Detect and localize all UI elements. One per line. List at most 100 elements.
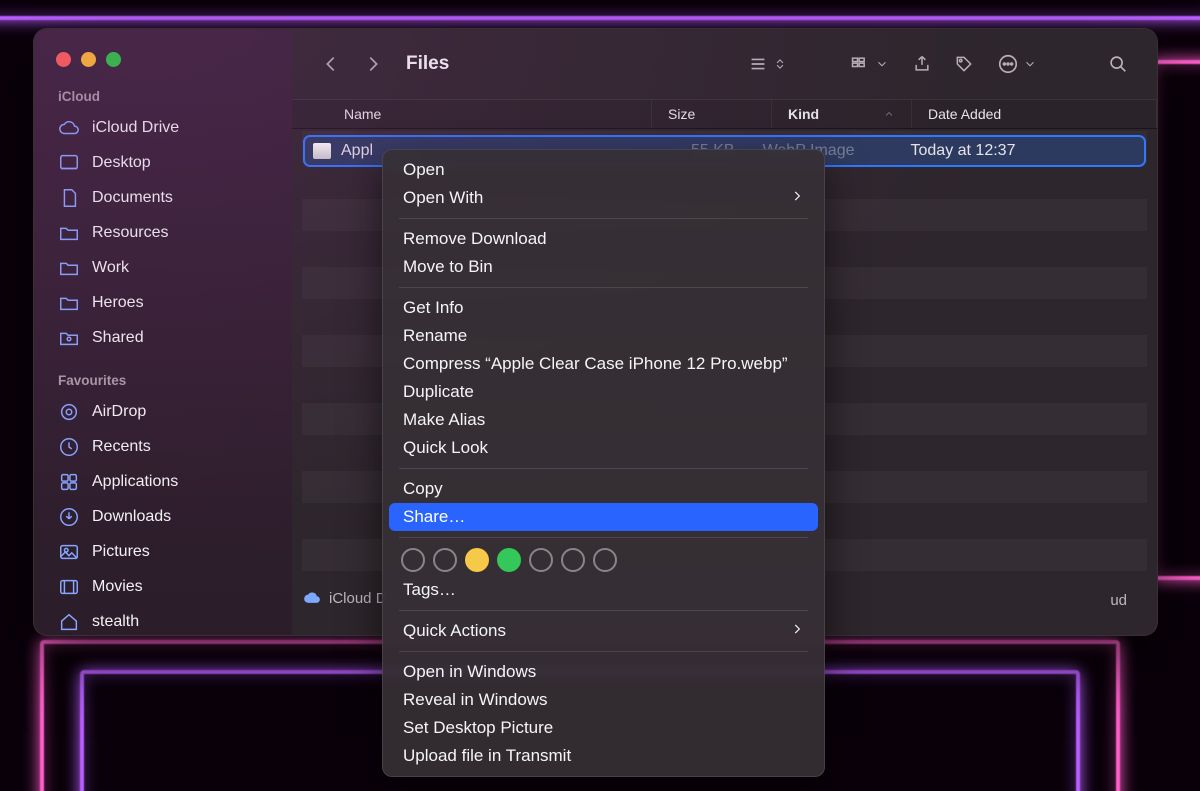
minimize-button[interactable] [81,52,96,67]
sidebar-item-label: Shared [92,329,144,347]
tag-none[interactable] [401,548,425,572]
menu-label: Open With [403,188,483,208]
sidebar-item-shared[interactable]: Shared [34,320,292,355]
search-button[interactable] [1101,47,1135,81]
menu-label: Compress “Apple Clear Case iPhone 12 Pro… [403,354,788,374]
column-kind[interactable]: Kind [772,100,912,128]
column-date-added[interactable]: Date Added [912,100,1157,128]
back-button[interactable] [314,47,348,81]
menu-label: Reveal in Windows [403,690,548,710]
maximize-button[interactable] [106,52,121,67]
folder-icon [58,152,80,174]
pictures-icon [58,541,80,563]
tag-none[interactable] [593,548,617,572]
sidebar-section-favourites: Favourites [34,355,292,394]
group-by-button[interactable] [841,47,897,81]
menu-copy[interactable]: Copy [389,475,818,503]
menu-label: Move to Bin [403,257,493,277]
sidebar-item-label: stealth [92,613,139,631]
menu-label: Rename [403,326,467,346]
sidebar-item-resources[interactable]: Resources [34,215,292,250]
sidebar-item-label: Work [92,259,129,277]
sidebar-item-desktop[interactable]: Desktop [34,145,292,180]
menu-duplicate[interactable]: Duplicate [389,378,818,406]
column-label: Kind [788,106,819,122]
menu-label: Duplicate [403,382,474,402]
shared-folder-icon [58,327,80,349]
chevron-right-icon [790,188,804,208]
close-button[interactable] [56,52,71,67]
share-button[interactable] [905,47,939,81]
icloud-status-right: ud [1110,592,1127,609]
column-label: Date Added [928,106,1001,122]
view-mode-button[interactable] [739,47,795,81]
more-actions-button[interactable] [989,47,1045,81]
menu-upload-transmit[interactable]: Upload file in Transmit [389,742,818,770]
sidebar-item-work[interactable]: Work [34,250,292,285]
sidebar-item-documents[interactable]: Documents [34,180,292,215]
menu-tags[interactable]: Tags… [389,576,818,604]
menu-label: Quick Look [403,438,488,458]
sidebar-item-icloud-drive[interactable]: iCloud Drive [34,110,292,145]
sidebar-item-label: Resources [92,224,168,242]
menu-compress[interactable]: Compress “Apple Clear Case iPhone 12 Pro… [389,350,818,378]
sidebar-item-recents[interactable]: Recents [34,429,292,464]
menu-remove-download[interactable]: Remove Download [389,225,818,253]
menu-quick-actions[interactable]: Quick Actions [389,617,818,645]
context-menu: Open Open With Remove Download Move to B… [382,149,825,777]
column-size[interactable]: Size [652,100,772,128]
tags-button[interactable] [947,47,981,81]
menu-label: Get Info [403,298,463,318]
menu-make-alias[interactable]: Make Alias [389,406,818,434]
applications-icon [58,471,80,493]
menu-move-to-bin[interactable]: Move to Bin [389,253,818,281]
sidebar-item-applications[interactable]: Applications [34,464,292,499]
tag-green[interactable] [497,548,521,572]
sidebar-item-label: AirDrop [92,403,146,421]
menu-share[interactable]: Share… [389,503,818,531]
sort-ascending-icon [883,108,895,120]
menu-open-with[interactable]: Open With [389,184,818,212]
menu-rename[interactable]: Rename [389,322,818,350]
sidebar: iCloud iCloud Drive Desktop Documents Re… [34,29,292,635]
sidebar-item-pictures[interactable]: Pictures [34,534,292,569]
home-icon [58,611,80,633]
sidebar-item-airdrop[interactable]: AirDrop [34,394,292,429]
column-headers: Name Size Kind Date Added [292,99,1157,129]
tag-none[interactable] [561,548,585,572]
sidebar-item-label: Downloads [92,508,171,526]
sidebar-item-movies[interactable]: Movies [34,569,292,604]
menu-label: Upload file in Transmit [403,746,571,766]
sidebar-item-downloads[interactable]: Downloads [34,499,292,534]
neon-frame [0,0,1200,20]
menu-get-info[interactable]: Get Info [389,294,818,322]
file-name: Appl [341,142,381,160]
sidebar-item-home[interactable]: stealth [34,604,292,636]
menu-set-desktop-picture[interactable]: Set Desktop Picture [389,714,818,742]
clock-icon [58,436,80,458]
tag-none[interactable] [529,548,553,572]
menu-quick-look[interactable]: Quick Look [389,434,818,462]
menu-separator [399,287,808,288]
window-title: Files [406,53,449,75]
menu-label: Quick Actions [403,621,506,641]
sidebar-item-heroes[interactable]: Heroes [34,285,292,320]
menu-open[interactable]: Open [389,156,818,184]
forward-button[interactable] [356,47,390,81]
airdrop-icon [58,401,80,423]
toolbar: Files [292,29,1157,99]
menu-label: Copy [403,479,443,499]
menu-tag-colors [389,544,818,576]
menu-open-in-windows[interactable]: Open in Windows [389,658,818,686]
column-name[interactable]: Name [292,100,652,128]
tag-none[interactable] [433,548,457,572]
tag-yellow[interactable] [465,548,489,572]
folder-icon [58,222,80,244]
menu-reveal-in-windows[interactable]: Reveal in Windows [389,686,818,714]
sidebar-item-label: Pictures [92,543,150,561]
file-date: Today at 12:37 [911,142,1016,160]
menu-separator [399,468,808,469]
sidebar-section-icloud: iCloud [34,71,292,110]
sidebar-item-label: Movies [92,578,143,596]
menu-label: Open in Windows [403,662,536,682]
